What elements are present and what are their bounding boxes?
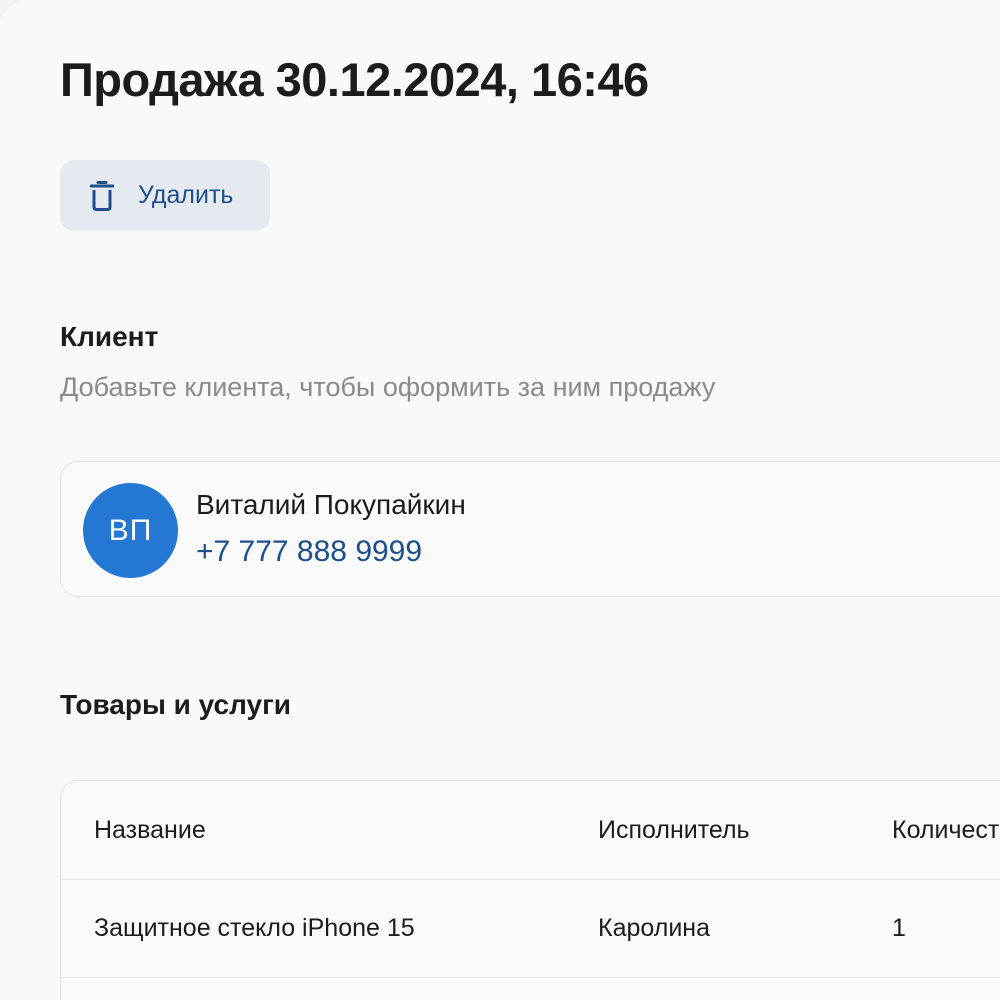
trash-icon (89, 180, 115, 211)
delete-button-label: Удалить (138, 181, 234, 209)
column-header-executor[interactable]: Исполнитель (598, 781, 750, 879)
table-header-row: Название Исполнитель Количест (61, 781, 1000, 880)
client-card[interactable]: ВП Виталий Покупайкин +7 777 888 9999 (60, 461, 1000, 597)
column-header-name[interactable]: Название (94, 781, 206, 879)
sale-page: Продажа 30.12.2024, 16:46 Удалить Клиент… (0, 0, 1000, 1000)
column-header-quantity[interactable]: Количест (892, 781, 999, 879)
delete-button[interactable]: Удалить (60, 160, 270, 231)
item-executor-cell: Каролина (598, 914, 710, 942)
avatar: ВП (83, 483, 178, 578)
table-row[interactable]: Защитное стекло iPhone 15 Каролина 1 (61, 879, 1000, 978)
client-section-title: Клиент (60, 321, 159, 352)
client-name: Виталий Покупайкин (196, 489, 466, 520)
items-section-title: Товары и услуги (60, 689, 291, 720)
page-title: Продажа 30.12.2024, 16:46 (60, 53, 649, 106)
client-phone-link[interactable]: +7 777 888 9999 (196, 535, 422, 569)
items-table: Название Исполнитель Количест Защитное с… (60, 780, 1000, 1000)
item-name-cell: Защитное стекло iPhone 15 (94, 914, 415, 942)
item-quantity-cell: 1 (892, 914, 906, 942)
client-section-subtitle: Добавьте клиента, чтобы оформить за ним … (60, 372, 716, 402)
